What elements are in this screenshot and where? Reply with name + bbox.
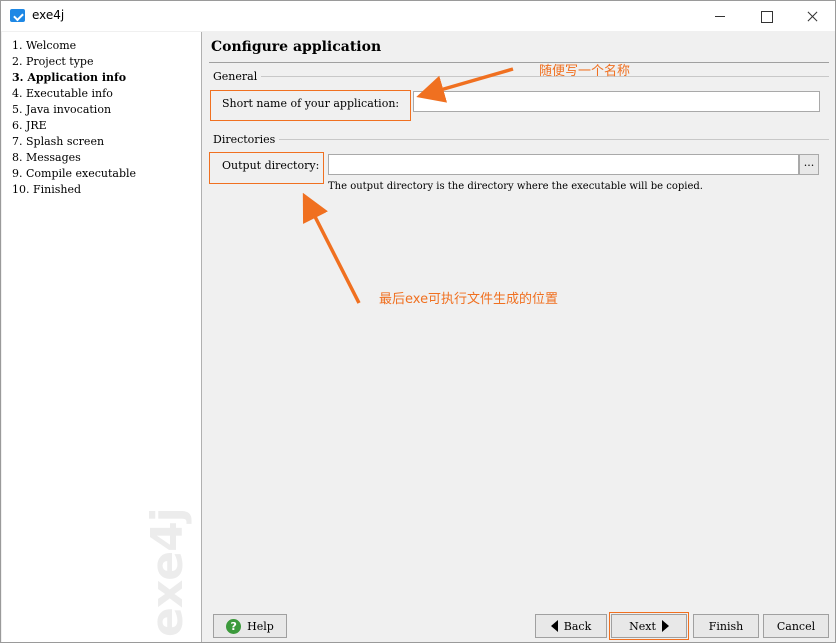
step-project-type: 2. Project type bbox=[12, 55, 94, 68]
steps-list: 1. Welcome 2. Project type 3. Applicatio… bbox=[12, 38, 136, 198]
minimize-icon[interactable] bbox=[697, 1, 743, 31]
step-java-invocation: 5. Java invocation bbox=[12, 103, 112, 116]
step-welcome: 1. Welcome bbox=[12, 39, 77, 52]
general-section-divider bbox=[213, 76, 829, 77]
step-jre: 6. JRE bbox=[12, 119, 47, 132]
browse-button[interactable]: ... bbox=[799, 154, 819, 175]
help-button[interactable]: ? Help bbox=[213, 614, 287, 638]
exe4j-app-icon bbox=[10, 9, 25, 22]
window-title: exe4j bbox=[32, 8, 65, 22]
back-button-label: Back bbox=[563, 619, 592, 633]
short-name-input[interactable] bbox=[413, 91, 820, 112]
step-compile-executable: 9. Compile executable bbox=[12, 167, 137, 180]
exe4j-watermark-logo: exe4j bbox=[142, 508, 193, 637]
general-section-label: General bbox=[213, 70, 262, 83]
maximize-icon[interactable] bbox=[743, 1, 789, 31]
output-directory-highlight-box bbox=[209, 152, 324, 184]
close-icon[interactable] bbox=[789, 1, 835, 31]
step-messages: 8. Messages bbox=[12, 151, 81, 164]
annotation-output-note: 最后exe可执行文件生成的位置 bbox=[379, 292, 559, 307]
step-finished: 10. Finished bbox=[12, 183, 82, 196]
main-panel: Configure application General Short name… bbox=[203, 32, 835, 642]
output-directory-hint: The output directory is the directory wh… bbox=[328, 181, 703, 192]
help-button-label: Help bbox=[247, 619, 274, 633]
next-button-highlight-box bbox=[609, 612, 689, 640]
exe4j-window: exe4j 1. Welcome 2. Project type 3. Appl… bbox=[0, 0, 836, 643]
wizard-steps-sidebar: 1. Welcome 2. Project type 3. Applicatio… bbox=[2, 32, 202, 642]
annotation-name-note: 随便写一个名称 bbox=[539, 64, 631, 79]
short-name-highlight-box bbox=[210, 90, 411, 121]
title-divider bbox=[209, 62, 829, 63]
page-title: Configure application bbox=[211, 39, 382, 55]
output-directory-input[interactable] bbox=[328, 154, 799, 175]
step-application-info: 3. Application info bbox=[12, 71, 127, 84]
directories-section-label: Directories bbox=[213, 133, 280, 146]
finish-button[interactable]: Finish bbox=[693, 614, 759, 638]
step-splash-screen: 7. Splash screen bbox=[12, 135, 105, 148]
help-icon: ? bbox=[226, 618, 242, 634]
back-button[interactable]: Back bbox=[535, 614, 607, 638]
step-executable-info: 4. Executable info bbox=[12, 87, 113, 100]
directories-section-divider bbox=[213, 139, 829, 140]
arrow-left-icon bbox=[550, 620, 558, 632]
wizard-button-bar: ? Help Back Next Finish Cancel bbox=[203, 608, 835, 642]
cancel-button[interactable]: Cancel bbox=[763, 614, 829, 638]
title-bar[interactable]: exe4j bbox=[1, 1, 835, 31]
